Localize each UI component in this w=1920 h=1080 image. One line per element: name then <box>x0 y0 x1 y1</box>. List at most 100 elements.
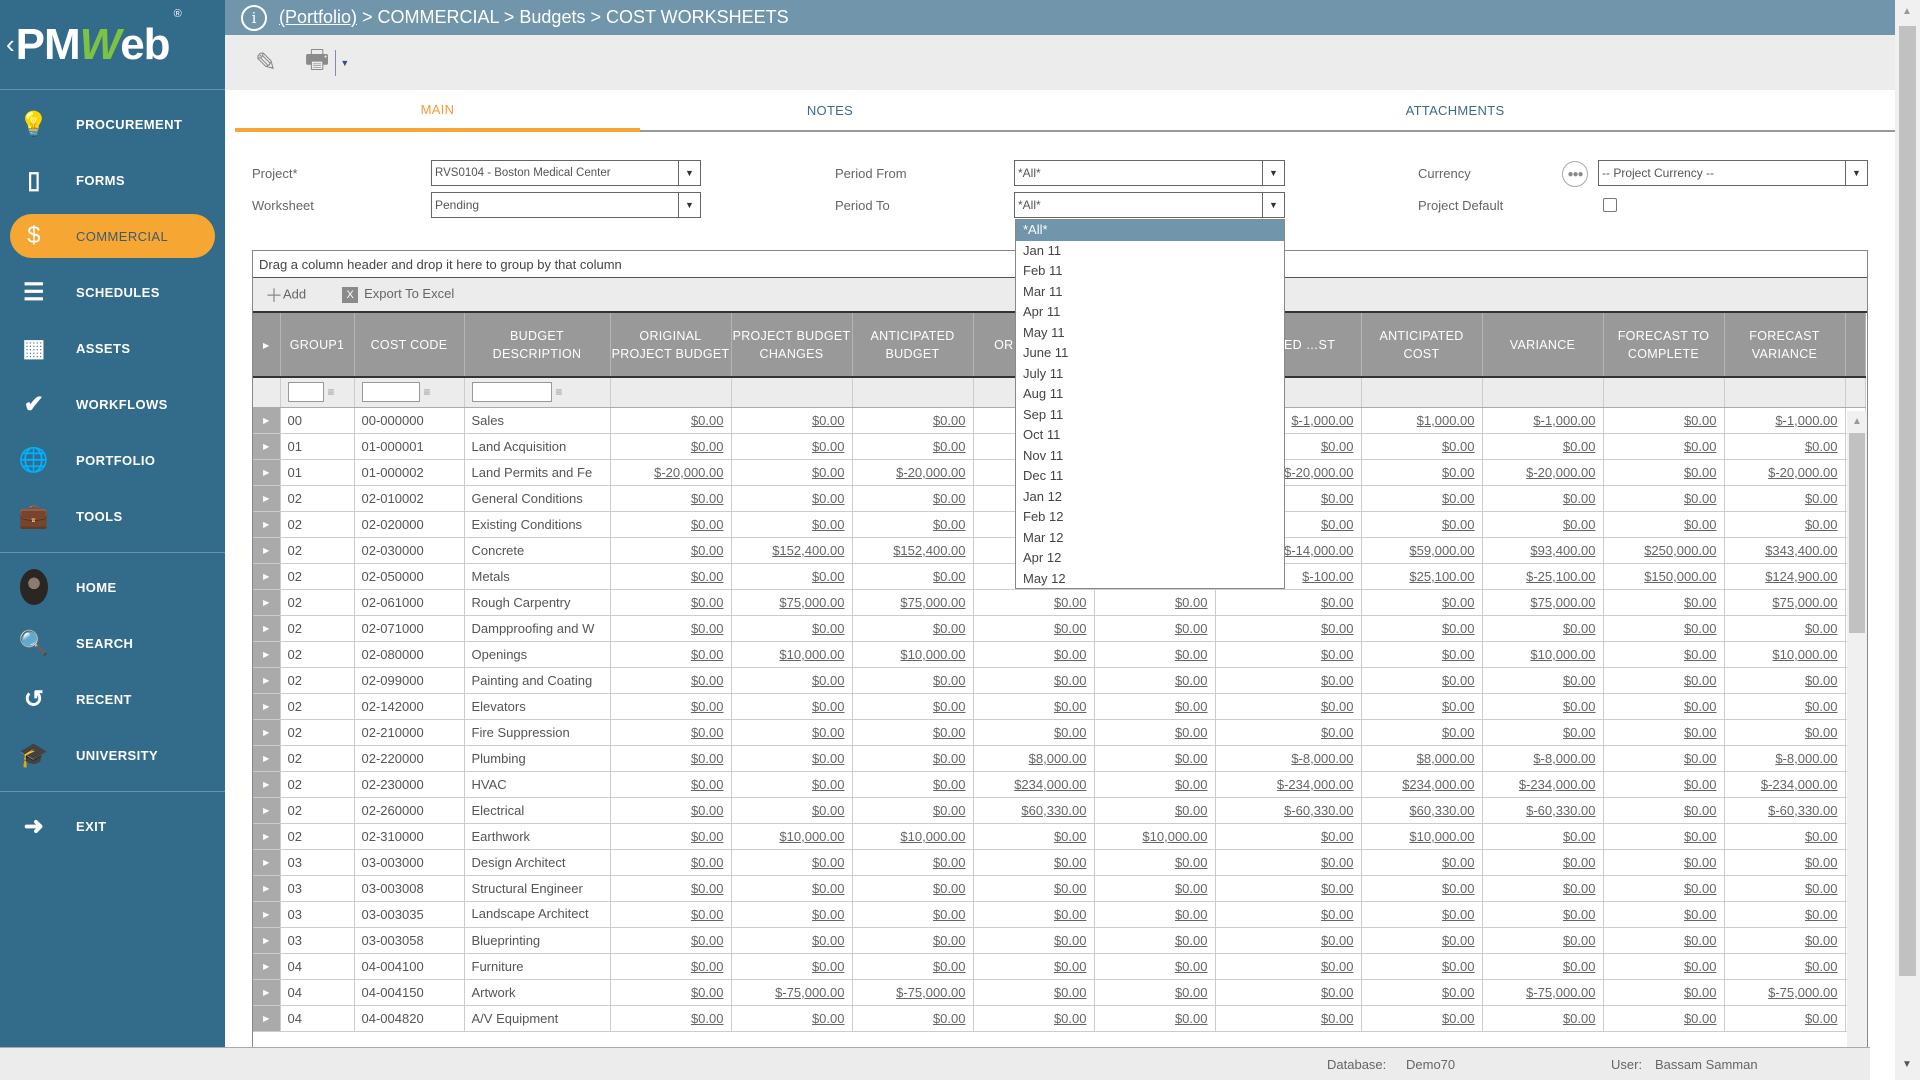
sidebar-item-workflows[interactable]: ✔ WORKFLOWS <box>10 376 215 432</box>
amount-cell[interactable]: $0.00 <box>610 849 732 876</box>
amount-link[interactable]: $8,000.00 <box>1029 751 1087 766</box>
amount-cell[interactable]: $-75,000.00 <box>852 979 974 1006</box>
amount-cell[interactable]: $0.00 <box>1094 849 1216 876</box>
add-button[interactable]: ＋Add <box>265 282 306 308</box>
amount-link[interactable]: $0.00 <box>691 933 724 948</box>
amount-cell[interactable]: $343,400.00 <box>1724 537 1846 564</box>
amount-cell[interactable]: $0.00 <box>852 875 974 902</box>
project-default-checkbox[interactable] <box>1603 198 1617 212</box>
amount-link[interactable]: $0.00 <box>933 699 966 714</box>
amount-link[interactable]: $0.00 <box>933 673 966 688</box>
amount-link[interactable]: $0.00 <box>1442 1011 1475 1026</box>
amount-link[interactable]: $0.00 <box>812 491 845 506</box>
amount-link[interactable]: $0.00 <box>1684 699 1717 714</box>
amount-link[interactable]: $0.00 <box>1684 725 1717 740</box>
scroll-up-icon[interactable]: ▲ <box>1902 6 1912 17</box>
amount-cell[interactable]: $0.00 <box>973 693 1095 720</box>
amount-cell[interactable]: $0.00 <box>610 875 732 902</box>
amount-cell[interactable]: $0.00 <box>1482 485 1604 512</box>
amount-cell[interactable]: $0.00 <box>1724 849 1846 876</box>
amount-cell[interactable]: $0.00 <box>973 667 1095 694</box>
amount-link[interactable]: $-60,330.00 <box>1284 803 1353 818</box>
scroll-up-icon[interactable]: ▲ <box>1847 411 1867 433</box>
amount-link[interactable]: $0.00 <box>691 491 724 506</box>
amount-link[interactable]: $0.00 <box>1442 465 1475 480</box>
amount-cell[interactable]: $-75,000.00 <box>731 979 853 1006</box>
amount-cell[interactable]: $0.00 <box>1361 875 1483 902</box>
amount-cell[interactable]: $-20,000.00 <box>852 459 974 486</box>
amount-link[interactable]: $0.00 <box>1684 647 1717 662</box>
sidebar-item-procurement[interactable]: 💡 PROCUREMENT <box>10 96 215 152</box>
expand-row-icon[interactable]: ▶ <box>253 927 281 954</box>
amount-cell[interactable]: $0.00 <box>1361 641 1483 668</box>
amount-link[interactable]: $0.00 <box>1054 699 1087 714</box>
amount-link[interactable]: $0.00 <box>1563 699 1596 714</box>
amount-cell[interactable]: $0.00 <box>731 615 853 642</box>
amount-link[interactable]: $0.00 <box>933 751 966 766</box>
amount-cell[interactable]: $0.00 <box>1482 927 1604 954</box>
amount-cell[interactable]: $0.00 <box>1361 1005 1483 1032</box>
amount-cell[interactable]: $-1,000.00 <box>1482 407 1604 434</box>
period-option[interactable]: Oct 11 <box>1016 425 1284 446</box>
caret-down-icon[interactable]: ▼ <box>340 58 349 68</box>
amount-cell[interactable]: $0.00 <box>1724 823 1846 850</box>
amount-link[interactable]: $-20,000.00 <box>654 465 723 480</box>
amount-link[interactable]: $0.00 <box>812 621 845 636</box>
amount-link[interactable]: $234,000.00 <box>1014 777 1086 792</box>
amount-cell[interactable]: $0.00 <box>1482 823 1604 850</box>
amount-cell[interactable]: $0.00 <box>1724 667 1846 694</box>
amount-cell[interactable]: $-60,330.00 <box>1724 797 1846 824</box>
expand-row-icon[interactable]: ▶ <box>253 875 281 902</box>
amount-link[interactable]: $0.00 <box>1805 855 1838 870</box>
filter-icon[interactable]: ≡ <box>424 385 431 399</box>
amount-link[interactable]: $93,400.00 <box>1530 543 1595 558</box>
amount-cell[interactable]: $0.00 <box>610 979 732 1006</box>
amount-cell[interactable]: $-1,000.00 <box>1724 407 1846 434</box>
amount-cell[interactable]: $0.00 <box>1603 797 1725 824</box>
amount-cell[interactable]: $0.00 <box>1603 927 1725 954</box>
amount-cell[interactable]: $0.00 <box>1724 615 1846 642</box>
amount-link[interactable]: $0.00 <box>1175 959 1208 974</box>
amount-cell[interactable]: $0.00 <box>1603 615 1725 642</box>
amount-cell[interactable]: $10,000.00 <box>1361 823 1483 850</box>
expand-row-icon[interactable]: ▶ <box>253 485 281 512</box>
expand-row-icon[interactable]: ▶ <box>253 433 281 460</box>
amount-cell[interactable]: $0.00 <box>1724 1005 1846 1032</box>
amount-cell[interactable]: $0.00 <box>973 901 1095 928</box>
amount-link[interactable]: $75,000.00 <box>779 595 844 610</box>
column-header[interactable]: COST CODE <box>354 313 465 377</box>
amount-link[interactable]: $0.00 <box>812 569 845 584</box>
amount-link[interactable]: $0.00 <box>1175 621 1208 636</box>
amount-cell[interactable]: $0.00 <box>973 1005 1095 1032</box>
amount-cell[interactable]: $0.00 <box>1361 693 1483 720</box>
expand-row-icon[interactable]: ▶ <box>253 901 281 928</box>
amount-cell[interactable]: $75,000.00 <box>1482 589 1604 616</box>
amount-cell[interactable]: $0.00 <box>852 953 974 980</box>
period-option[interactable]: Apr 11 <box>1016 302 1284 323</box>
amount-link[interactable]: $0.00 <box>812 413 845 428</box>
sidebar-item-forms[interactable]: ▯ FORMS <box>10 152 215 208</box>
amount-cell[interactable]: $0.00 <box>1603 979 1725 1006</box>
amount-cell[interactable]: $0.00 <box>973 823 1095 850</box>
amount-cell[interactable]: $0.00 <box>973 849 1095 876</box>
amount-cell[interactable]: $0.00 <box>610 537 732 564</box>
amount-link[interactable]: $0.00 <box>1563 725 1596 740</box>
amount-cell[interactable]: $0.00 <box>1603 823 1725 850</box>
amount-link[interactable]: $0.00 <box>1054 725 1087 740</box>
amount-cell[interactable]: $0.00 <box>610 797 732 824</box>
amount-link[interactable]: $0.00 <box>1054 1011 1087 1026</box>
expand-row-icon[interactable]: ▶ <box>253 589 281 616</box>
amount-cell[interactable]: $0.00 <box>610 511 732 538</box>
amount-cell[interactable]: $0.00 <box>1361 953 1483 980</box>
amount-cell[interactable]: $10,000.00 <box>1094 823 1216 850</box>
amount-cell[interactable]: $0.00 <box>1215 1005 1362 1032</box>
amount-link[interactable]: $0.00 <box>933 621 966 636</box>
amount-link[interactable]: $0.00 <box>812 933 845 948</box>
scroll-down-icon[interactable]: ▼ <box>1902 1059 1912 1070</box>
amount-link[interactable]: $234,000.00 <box>1402 777 1474 792</box>
amount-link[interactable]: $0.00 <box>812 855 845 870</box>
amount-link[interactable]: $-8,000.00 <box>1291 751 1353 766</box>
amount-link[interactable]: $10,000.00 <box>900 647 965 662</box>
expand-row-icon[interactable]: ▶ <box>253 823 281 850</box>
period-option[interactable]: Dec 11 <box>1016 466 1284 487</box>
